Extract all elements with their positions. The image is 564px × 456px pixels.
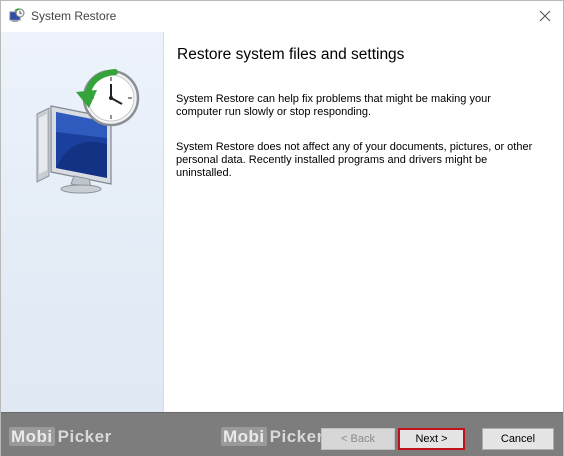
page-title: Restore system files and settings [177, 46, 405, 63]
system-restore-hero-icon [36, 69, 140, 194]
system-restore-window: System Restore Restore system files and … [0, 0, 564, 456]
info-text: System Restore does not affect any of yo… [176, 141, 533, 179]
watermark-part-1: Mobi [221, 427, 267, 446]
system-restore-icon [9, 8, 25, 24]
watermark-logo: Mobi Picker [221, 427, 324, 447]
watermark-part-2: Picker [269, 427, 324, 446]
wizard-side-panel [1, 32, 164, 412]
watermark-logo: Mobi Picker [9, 427, 112, 447]
close-icon[interactable] [533, 5, 557, 27]
description-text: System Restore can help fix problems tha… [176, 93, 491, 118]
watermark-part-2: Picker [57, 427, 112, 446]
title-bar[interactable]: System Restore [1, 1, 563, 32]
back-button[interactable]: < Back [321, 428, 395, 450]
window-title: System Restore [31, 9, 117, 23]
cancel-button[interactable]: Cancel [482, 428, 554, 450]
watermark-part-1: Mobi [9, 427, 55, 446]
wizard-content: Restore system files and settings System… [165, 32, 563, 412]
button-bar: Mobi Picker Mobi Picker < Back Next > Canc… [1, 412, 563, 456]
next-button[interactable]: Next > [398, 428, 465, 450]
